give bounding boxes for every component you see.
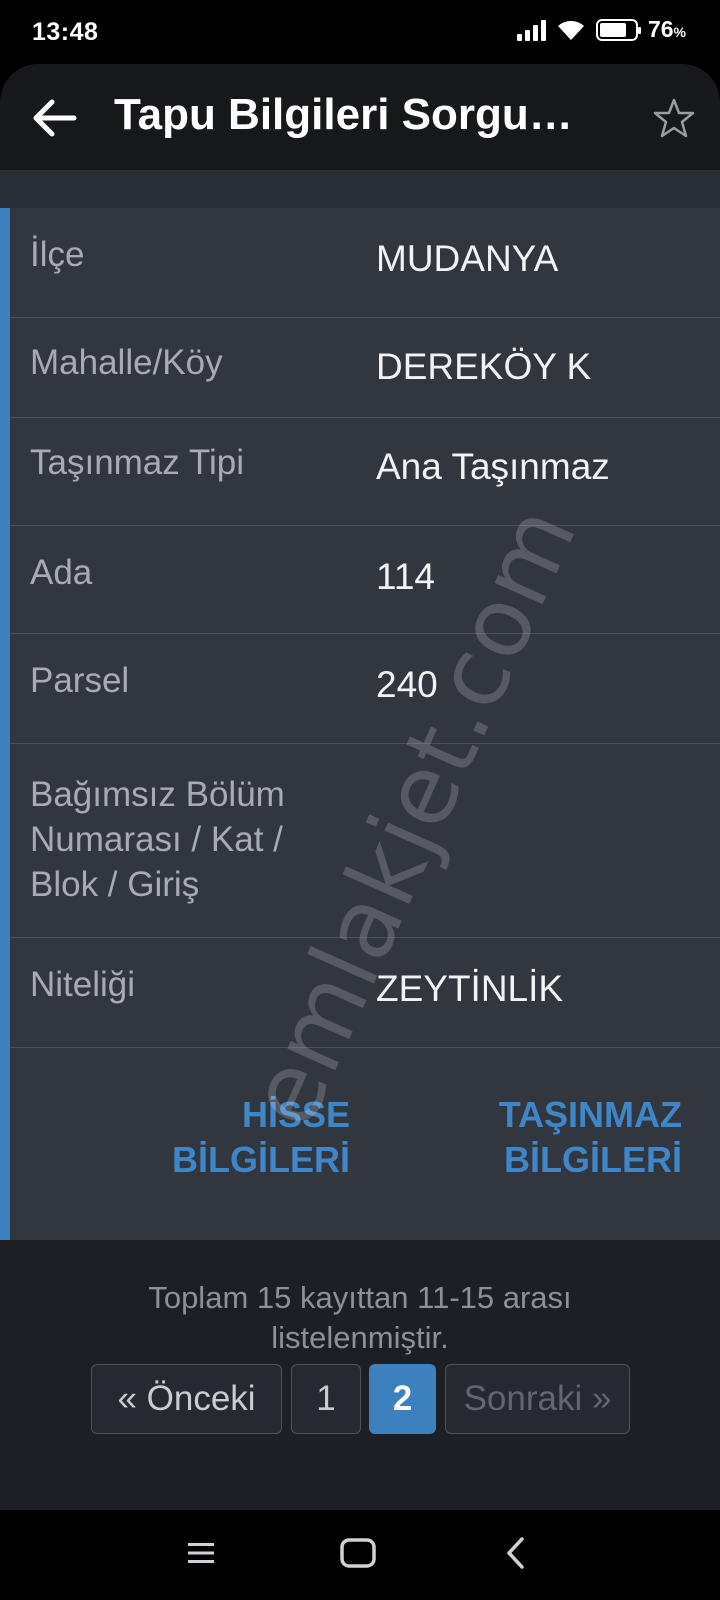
page-2-button[interactable]: 2 <box>369 1364 436 1434</box>
page-title: Tapu Bilgileri Sorgu… <box>114 90 573 139</box>
property-info-button[interactable]: TAŞINMAZ BİLGİLERİ <box>460 1092 682 1182</box>
prev-page-button[interactable]: « Önceki <box>91 1364 282 1434</box>
row-mahalle: Mahalle/Köy DEREKÖY K <box>10 318 720 418</box>
row-value: DEREKÖY K <box>376 346 592 387</box>
row-niteligi: Niteliği ZEYTİNLİK <box>10 938 720 1048</box>
share-info-button[interactable]: HİSSE BİLGİLERİ <box>160 1092 350 1182</box>
app-bar: Tapu Bilgileri Sorgu… <box>0 64 720 170</box>
page-1-button[interactable]: 1 <box>291 1364 361 1434</box>
row-ada: Ada 114 <box>10 526 720 634</box>
row-label: Taşınmaz Tipi <box>30 443 244 482</box>
status-time: 13:48 <box>32 18 99 46</box>
row-label: İlçe <box>30 235 85 274</box>
content-header-strip <box>0 170 720 208</box>
wifi-icon <box>557 20 584 40</box>
signal-icon <box>516 19 546 41</box>
pagination: « Önceki 1 2 Sonraki » <box>0 1364 720 1436</box>
pagination-area: Toplam 15 kayıttan 11-15 arası listelenm… <box>0 1240 720 1510</box>
row-parsel: Parsel 240 <box>10 634 720 744</box>
row-ilce: İlçe MUDANYA <box>10 208 720 318</box>
row-tasinmaz-tipi: Taşınmaz Tipi Ana Taşınmaz <box>10 418 720 526</box>
star-outline-icon[interactable] <box>652 96 696 140</box>
home-icon[interactable] <box>340 1538 376 1568</box>
battery-percent: 76% <box>647 16 686 42</box>
row-value: MUDANYA <box>376 238 559 279</box>
back-icon[interactable] <box>504 1536 526 1570</box>
row-label: Niteliği <box>30 965 136 1004</box>
row-value: Ana Taşınmaz <box>376 446 610 487</box>
row-label: Parsel <box>30 661 130 700</box>
next-page-button[interactable]: Sonraki » <box>445 1364 630 1434</box>
recent-apps-icon[interactable] <box>188 1542 214 1564</box>
row-label: Mahalle/Köy <box>30 343 223 382</box>
status-icons: 76% <box>516 16 686 43</box>
row-value: ZEYTİNLİK <box>376 968 564 1009</box>
row-label: Bağımsız Bölüm Numarası / Kat / Blok / G… <box>30 775 285 904</box>
row-value: 240 <box>376 664 438 705</box>
pagination-summary: Toplam 15 kayıttan 11-15 arası listelenm… <box>148 1280 572 1355</box>
row-value: 114 <box>376 556 435 597</box>
system-nav-bar <box>0 1510 720 1600</box>
row-bagimsiz-bolum: Bağımsız Bölüm Numarası / Kat / Blok / G… <box>10 744 720 938</box>
record-actions: HİSSE BİLGİLERİ TAŞINMAZ BİLGİLERİ <box>10 1048 720 1240</box>
battery-icon <box>595 18 641 41</box>
status-bar: 13:48 76% <box>0 0 720 64</box>
row-label: Ada <box>30 553 93 592</box>
record-card: İlçe MUDANYA Mahalle/Köy DEREKÖY K Taşın… <box>0 208 720 1240</box>
arrow-left-icon[interactable] <box>30 94 78 142</box>
